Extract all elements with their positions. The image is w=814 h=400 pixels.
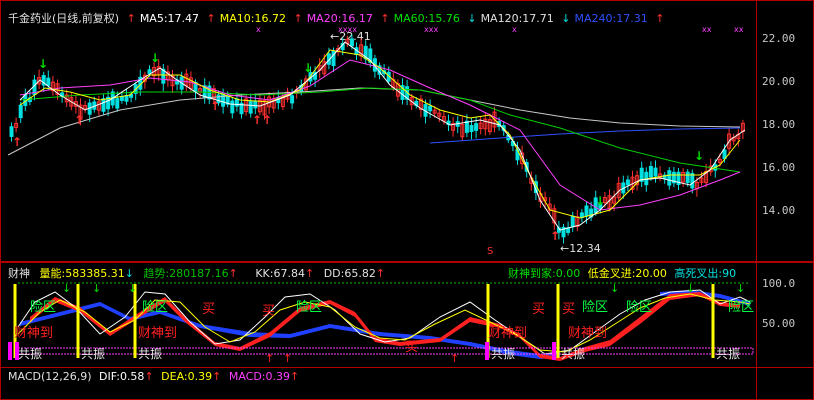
macd-header: MACD(12,26,9) DIF:0.58↑ DEA:0.39↑ MACD:0… [8, 370, 299, 383]
down-arrow-icon: ↓ [150, 51, 160, 65]
candle-body [253, 100, 258, 109]
candle-body [667, 170, 672, 186]
buy-label-1: 买 [202, 302, 216, 317]
candle-body [464, 120, 469, 133]
candle-body [570, 215, 575, 228]
svg-text:↓: ↓ [686, 282, 695, 295]
price-tick-20: 20.00 [762, 75, 796, 88]
candle-body [248, 100, 253, 114]
risk-label-5: 险区 [626, 300, 653, 315]
candle-body [119, 96, 124, 101]
svg-text:xx: xx [734, 25, 744, 34]
macd-name: MACD(12,26,9) [8, 370, 92, 383]
up-arrow-icon: ↑ [550, 229, 560, 243]
buy-label-3: 买 [532, 302, 546, 317]
up-arrow-icon: ↑ [290, 370, 300, 383]
down-arrow-icon: ↓ [694, 149, 704, 163]
resonance-label-4: 共振 [491, 347, 516, 361]
candle-body [230, 100, 235, 114]
candle-body [625, 179, 630, 186]
risk-label-3: 险区 [296, 300, 323, 315]
god-label-3: 财神到 [488, 326, 528, 341]
price-tick-16: 16.00 [762, 161, 796, 174]
risk-label-4: 险区 [582, 300, 609, 315]
candle-body [115, 98, 120, 109]
god-label-4: 财神到 [568, 326, 608, 341]
down-arrow-icon: ↓ [303, 61, 313, 75]
god-label-1: 财神到 [14, 326, 54, 341]
x-markers: x xxxx xxx x xx xx [256, 25, 744, 34]
resonance-label-6: 共振 [716, 347, 741, 361]
dea-value: DEA:0.39 [161, 370, 213, 383]
candle-body [685, 171, 690, 184]
candle-body [653, 167, 658, 177]
indicator-tick-100: 100.0 [762, 277, 796, 290]
price-chart[interactable]: ↓ ↓↓↓↓↑↑↑↑ ↑↑ x xxxx xxx x xx xx [0, 0, 756, 262]
resonance-label-2: 共振 [81, 347, 106, 361]
up-arrow-icon: ↑ [144, 370, 154, 383]
candle-body [469, 124, 474, 132]
up-arrow-icon: ↑ [12, 135, 22, 149]
svg-text:↑: ↑ [450, 352, 459, 365]
resonance-label-5: 共振 [561, 347, 586, 361]
macd-axis-panel [756, 367, 814, 400]
svg-text:xx: xx [702, 25, 712, 34]
candle-body [648, 165, 653, 178]
macd-value: MACD:0.39 [228, 370, 290, 383]
resonance-bar [17, 347, 754, 355]
candle-body [290, 95, 295, 104]
candle-body [46, 77, 51, 86]
indicator-chart[interactable]: ↓ ↓ ↓ ↓ ↓ ↓ ↑ ↑ ↑ [0, 262, 756, 368]
price-tick-18: 18.00 [762, 118, 796, 131]
candle-body [18, 104, 23, 119]
resonance-label-1: 共振 [18, 347, 43, 361]
down-arrow-icon: ↓ [595, 194, 605, 208]
up-arrow-icon: ↑ [252, 113, 262, 127]
green-down-arrows: ↓ ↓ ↓ ↓ ↓ ↓ [62, 282, 745, 295]
god-label-2: 财神到 [138, 326, 178, 341]
up-arrow-icon: ↑ [212, 370, 222, 383]
candle-body [124, 94, 129, 102]
candle-body [690, 172, 695, 189]
candle-body [147, 69, 152, 75]
candle-body [101, 98, 106, 112]
buy-label-2: 买 [262, 304, 276, 319]
price-tick-14: 14.00 [762, 204, 796, 217]
candle-body [234, 98, 239, 107]
svg-text:x: x [512, 25, 517, 34]
buy-label-5: 买 [405, 340, 419, 355]
svg-text:↓: ↓ [736, 282, 745, 295]
indicator-tick-50: 50.00 [762, 317, 796, 330]
svg-text:xxxx: xxxx [338, 25, 357, 34]
risk-label-2: 险区 [142, 300, 169, 315]
candle-body [428, 105, 433, 112]
resonance-label-3: 共振 [138, 347, 163, 361]
dif-value: DIF:0.58 [99, 370, 145, 383]
price-tick-22: 22.00 [762, 32, 796, 45]
svg-text:↓: ↓ [128, 282, 137, 295]
candle-body [474, 123, 479, 131]
risk-label-6: 险区 [728, 300, 755, 315]
up-arrow-icon: ↑ [210, 99, 220, 113]
svg-text:↓: ↓ [92, 282, 101, 295]
risk-label-1: 险区 [30, 300, 57, 315]
up-arrow-icon: ↑ [74, 113, 84, 127]
svg-text:↑: ↑ [265, 352, 274, 365]
buy-label-4: 买 [562, 302, 576, 317]
down-arrow-icon: ↓ [38, 57, 48, 71]
svg-text:↓: ↓ [610, 282, 619, 295]
up-arrow-icon: ↑ [262, 113, 272, 127]
svg-text:↑: ↑ [283, 352, 292, 365]
svg-text:xxx: xxx [424, 25, 438, 34]
candle-body [584, 205, 589, 217]
signal-arrows: ↓ ↓↓↓↓↑↑↑↑ ↑↑ [12, 51, 704, 243]
svg-text:x: x [256, 25, 261, 34]
svg-text:↓: ↓ [62, 282, 71, 295]
candle-body [349, 38, 354, 47]
